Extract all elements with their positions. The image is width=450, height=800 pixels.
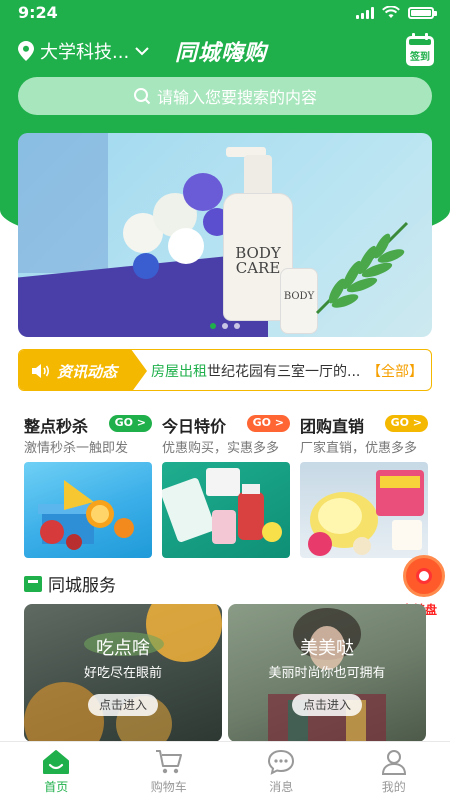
- promo-subtitle: 厂家直销，优惠多多: [300, 441, 418, 456]
- banner-carousel[interactable]: BODY CARE BODY: [18, 133, 432, 337]
- service-title: 同城服务: [48, 576, 116, 596]
- service-card-beauty[interactable]: 美美哒 美丽时尚你也可拥有 点击进入: [228, 604, 426, 742]
- tab-profile[interactable]: 我的: [338, 742, 450, 800]
- promo-subtitle: 优惠购买，实惠多多: [162, 441, 280, 456]
- tab-label: 首页: [44, 780, 69, 794]
- news-headline[interactable]: 房屋出租世纪花园有三室一厅的...: [151, 361, 360, 381]
- calendar-icon: [409, 39, 431, 45]
- top-bar: 大学科技... 同城嗨购 签到: [0, 33, 450, 70]
- carousel-dot[interactable]: [210, 323, 216, 329]
- tab-label: 消息: [269, 780, 294, 794]
- signal-icon: [356, 6, 374, 19]
- promo-title: 整点秒杀: [24, 417, 89, 436]
- home-icon: [43, 750, 70, 774]
- status-time: 9:24: [18, 3, 58, 22]
- location-selector[interactable]: 大学科技...: [18, 38, 149, 64]
- bottom-tab-bar: 首页 购物车 消息 我的: [0, 741, 450, 800]
- search-input[interactable]: 请输入您要搜索的内容: [18, 77, 432, 115]
- service-section-header: 同城服务: [24, 571, 116, 596]
- profile-icon: [381, 750, 406, 775]
- enter-button[interactable]: 点击进入: [88, 694, 158, 716]
- news-category: 房屋出租: [151, 364, 207, 380]
- card-subtitle: 美丽时尚你也可拥有: [268, 666, 386, 681]
- promo-subtitle: 激情秒杀一触即发: [24, 441, 129, 456]
- promo-go-button[interactable]: GO >: [108, 415, 152, 432]
- enter-button[interactable]: 点击进入: [292, 694, 362, 716]
- app-title: 同城嗨购: [175, 41, 268, 66]
- wheel-icon: [403, 555, 445, 597]
- battery-icon: [408, 6, 437, 19]
- signin-button[interactable]: 签到: [406, 33, 434, 66]
- news-tag: 资讯动态: [19, 350, 147, 390]
- promo-group-buy[interactable]: 团购直销 GO > 厂家直销，优惠多多: [300, 413, 428, 558]
- card-title: 吃点啥: [96, 638, 150, 659]
- news-tag-label: 资讯动态: [57, 362, 118, 381]
- promo-title: 团购直销: [300, 417, 365, 436]
- news-text: 世纪花园有三室一厅的...: [207, 364, 361, 380]
- banner-wall: [18, 133, 108, 273]
- carousel-dot[interactable]: [222, 323, 228, 329]
- signin-label: 签到: [410, 52, 430, 63]
- store-icon: [24, 575, 42, 592]
- tab-cart[interactable]: 购物车: [113, 742, 226, 800]
- carousel-indicator: [18, 323, 432, 329]
- wifi-icon: [382, 6, 400, 18]
- promo-today-special[interactable]: 今日特价 GO > 优惠购买，实惠多多: [162, 413, 290, 558]
- search-icon: [133, 88, 151, 105]
- location-text: 大学科技...: [40, 42, 130, 63]
- tab-label: 购物车: [150, 780, 187, 794]
- tab-home[interactable]: 首页: [0, 742, 113, 800]
- promo-image-fruits: [24, 462, 152, 558]
- cart-icon: [155, 750, 182, 774]
- fern-leaf-decoration: [315, 221, 409, 315]
- chevron-down-icon: [135, 46, 149, 55]
- promo-title: 今日特价: [162, 417, 227, 436]
- carousel-dot[interactable]: [234, 323, 240, 329]
- status-bar: 9:24: [0, 0, 450, 28]
- message-icon: [268, 749, 295, 775]
- promo-go-button[interactable]: GO >: [246, 415, 290, 432]
- home-screen: 9:24 大学科技... 同城嗨购 签到 请输入您要搜索的内容 BODY CAR…: [0, 0, 450, 800]
- search-placeholder: 请输入您要搜索的内容: [156, 88, 317, 107]
- bottle-neck: [244, 155, 272, 197]
- promo-flash-sale[interactable]: 整点秒杀 GO > 激情秒杀一触即发: [24, 413, 152, 558]
- location-pin-icon: [18, 41, 34, 61]
- tab-messages[interactable]: 消息: [225, 742, 338, 800]
- service-card-food[interactable]: 吃点啥 好吃尽在眼前 点击进入: [24, 604, 222, 742]
- promo-image-products: [162, 462, 290, 558]
- card-subtitle: 好吃尽在眼前: [83, 666, 162, 681]
- promo-image-snacks: [300, 462, 428, 558]
- status-icons: [356, 6, 437, 19]
- speaker-icon: [32, 364, 50, 378]
- news-more-link[interactable]: 【全部】: [367, 361, 423, 381]
- news-ticker[interactable]: 资讯动态 房屋出租世纪花园有三室一厅的... 【全部】: [18, 349, 432, 391]
- card-title: 美美哒: [300, 638, 354, 659]
- promo-go-button[interactable]: GO >: [384, 415, 428, 432]
- tab-label: 我的: [381, 780, 406, 794]
- flowers-decoration: [113, 173, 233, 283]
